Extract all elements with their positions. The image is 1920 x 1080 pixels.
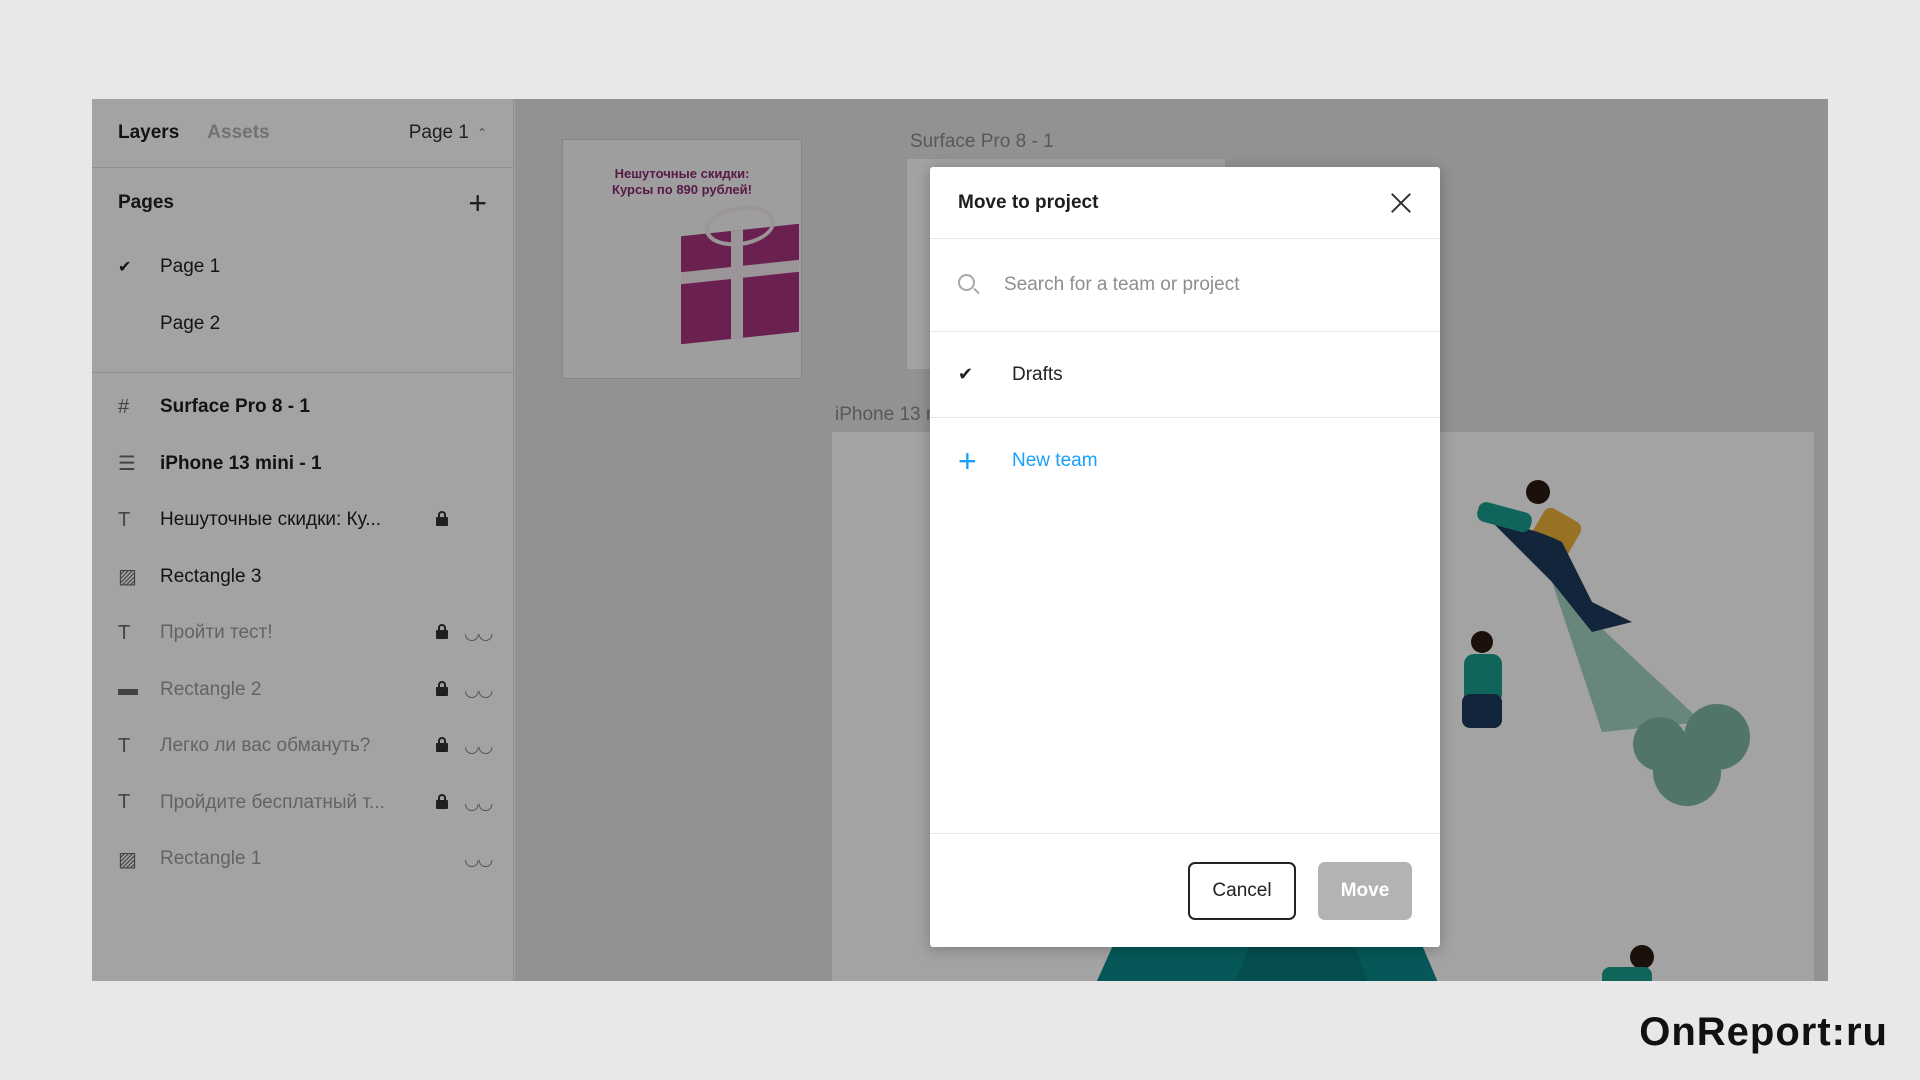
close-icon[interactable]: [1390, 192, 1412, 214]
new-team-label: New team: [1012, 450, 1098, 471]
watermark-logo: OnReport:ru: [1639, 1010, 1888, 1054]
new-team-button[interactable]: + New team: [930, 418, 1440, 504]
search-input[interactable]: [1004, 274, 1404, 296]
move-button[interactable]: Move: [1318, 861, 1412, 920]
project-option-drafts[interactable]: ✔ Drafts: [930, 332, 1440, 418]
search-icon: [958, 274, 980, 296]
cancel-button[interactable]: Cancel: [1188, 861, 1296, 920]
search-bar: [930, 239, 1440, 332]
option-label: Drafts: [1012, 363, 1063, 385]
dialog-footer: Cancel Move: [930, 833, 1440, 947]
checkmark-icon: ✔: [958, 364, 974, 384]
dialog-title: Move to project: [958, 191, 1099, 213]
figma-window: Layers Assets Page 1 ⌃ Pages + ✔ Page 1 …: [92, 99, 1828, 981]
move-to-project-dialog: Move to project ✔ Drafts + New team Canc…: [930, 167, 1440, 947]
plus-icon: +: [958, 443, 977, 479]
dialog-header: Move to project: [930, 167, 1440, 239]
